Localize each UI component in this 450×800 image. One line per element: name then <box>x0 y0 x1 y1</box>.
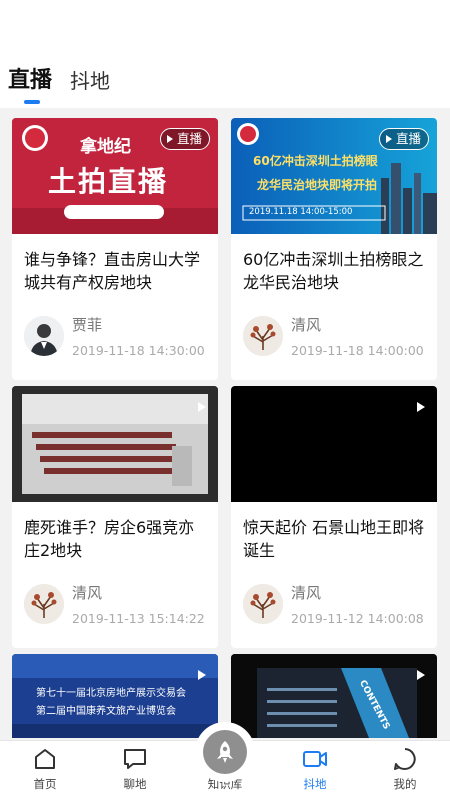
nav-doudi-label: 抖地 <box>303 777 327 791</box>
live-badge-label: 直播 <box>395 131 421 146</box>
live-card[interactable]: 60亿冲击深圳土拍榜眼 龙华民治地块即将开拍 2019.11.18 14:00-… <box>231 118 437 380</box>
nav-home[interactable]: 首页 <box>0 741 90 800</box>
card-title: 60亿冲击深圳土拍榜眼之龙华民治地块 <box>243 250 424 292</box>
card-thumbnail: 第七十一届北京房地产展示交易会 第二届中国康养文旅产业博览会 <box>12 654 218 738</box>
card-title: 惊天起价 石景山地王即将诞生 <box>243 518 425 560</box>
card-thumbnail <box>231 386 437 502</box>
nav-home-label: 首页 <box>33 777 57 791</box>
expo-line-2: 第二届中国康养文旅产业博览会 <box>36 706 176 717</box>
video-feed: 拿地纪 土拍直播 直播 谁与争锋？直击房山大学城共有产权房地块 贾菲 2019-… <box>0 108 450 738</box>
post-time: 2019-11-18 14:00:00 <box>291 343 424 358</box>
nav-profile[interactable]: 我的 <box>360 741 450 800</box>
nav-chat-label: 聊地 <box>123 777 147 791</box>
video-card[interactable]: 第七十一届北京房地产展示交易会 第二届中国康养文旅产业博览会 <box>12 654 218 738</box>
avatar[interactable] <box>243 316 283 356</box>
tab-bar: 直播 抖地 <box>8 62 128 104</box>
card-author: 清风 2019-11-18 14:00:00 <box>231 304 437 358</box>
tree-avatar-icon <box>243 316 283 356</box>
card-title: 鹿死谁手？房企6强竞亦庄2地块 <box>24 518 195 560</box>
play-icon <box>417 670 425 680</box>
author-name: 贾菲 <box>72 316 103 334</box>
play-small-icon <box>166 135 173 143</box>
card-author: 清风 2019-11-12 14:00:08 <box>231 572 437 626</box>
avatar[interactable] <box>24 316 64 356</box>
nav-chat[interactable]: 聊地 <box>90 741 180 800</box>
person-avatar-icon <box>24 316 64 356</box>
card-thumbnail: 60亿冲击深圳土拍榜眼 龙华民治地块即将开拍 2019.11.18 14:00-… <box>231 118 437 234</box>
play-icon <box>417 402 425 412</box>
author-name: 清风 <box>291 584 322 602</box>
post-time: 2019-11-12 14:00:08 <box>291 611 424 626</box>
tab-doudi[interactable]: 抖地 <box>70 65 110 104</box>
post-time: 2019-11-18 14:30:00 <box>72 343 205 358</box>
card-thumbnail: 拿地纪 土拍直播 直播 <box>12 118 218 234</box>
nav-doudi[interactable]: 抖地 <box>270 741 360 800</box>
nav-profile-label: 我的 <box>393 777 417 791</box>
poster-line-1: 60亿冲击深圳土拍榜眼 <box>253 154 378 168</box>
poster-line-2: 龙华民治地块即将开拍 <box>257 178 378 192</box>
home-icon <box>35 749 55 769</box>
video-card[interactable]: 鹿死谁手？房企6强竞亦庄2地块 清风 2019-11-13 15:14:22 <box>12 386 218 648</box>
tab-live[interactable]: 直播 <box>8 62 52 104</box>
play-icon <box>198 402 206 412</box>
card-thumbnail <box>12 386 218 502</box>
video-card[interactable]: 惊天起价 石景山地王即将诞生 清风 2019-11-12 14:00:08 <box>231 386 437 648</box>
rocket-icon <box>217 741 233 763</box>
post-time: 2019-11-13 15:14:22 <box>72 611 205 626</box>
card-author: 清风 2019-11-13 15:14:22 <box>12 572 218 626</box>
card-author: 贾菲 2019-11-18 14:30:00 <box>12 304 218 358</box>
poster-main-text: 土拍直播 <box>48 165 169 198</box>
poster-top-text: 拿地纪 <box>80 137 131 157</box>
tree-avatar-icon <box>243 584 283 624</box>
screen-content-graphic <box>231 654 437 738</box>
knowledge-icon[interactable] <box>203 730 247 774</box>
video-card[interactable]: CONTENTS <box>231 654 437 738</box>
card-title: 谁与争锋？直击房山大学城共有产权房地块 <box>24 250 201 292</box>
play-small-icon <box>385 135 392 143</box>
live-badge-label: 直播 <box>176 131 202 146</box>
live-badge: 直播 <box>159 128 210 150</box>
profile-icon <box>394 748 416 770</box>
top-bar: 直播 抖地 <box>0 0 450 108</box>
play-icon <box>198 670 206 680</box>
auction-room-graphic <box>12 386 218 502</box>
expo-line-1: 第七十一届北京房地产展示交易会 <box>36 688 186 699</box>
poster-date: 2019.11.18 14:00-15:00 <box>249 207 353 217</box>
chat-icon <box>124 749 146 769</box>
card-thumbnail: CONTENTS <box>231 654 437 738</box>
live-card[interactable]: 拿地纪 土拍直播 直播 谁与争锋？直击房山大学城共有产权房地块 贾菲 2019-… <box>12 118 218 380</box>
author-name: 清风 <box>291 316 322 334</box>
author-name: 清风 <box>72 584 103 602</box>
avatar[interactable] <box>243 584 283 624</box>
live-badge: 直播 <box>378 128 429 150</box>
tree-avatar-icon <box>24 584 64 624</box>
video-icon <box>303 751 327 767</box>
avatar[interactable] <box>24 584 64 624</box>
